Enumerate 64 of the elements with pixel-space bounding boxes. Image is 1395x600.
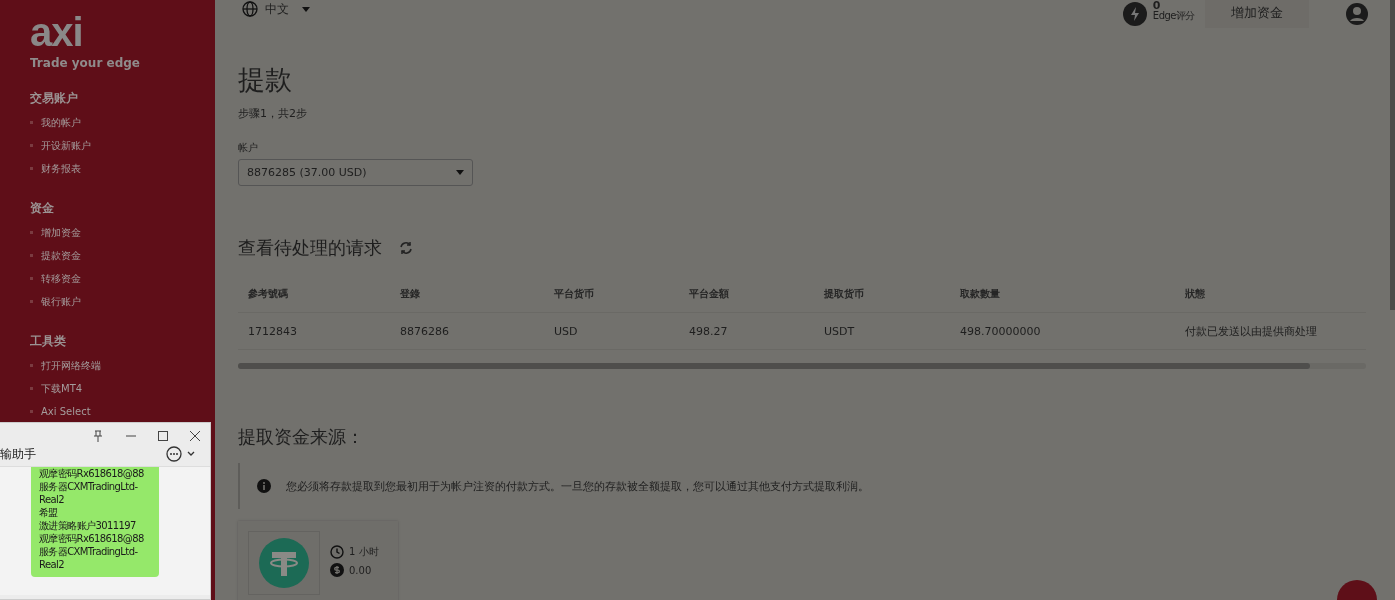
- tether-logo-icon: [259, 538, 309, 588]
- table-cell-text: 498.27: [689, 324, 729, 338]
- globe-icon: [242, 1, 258, 17]
- info-icon: [257, 479, 271, 493]
- section-title: 工具类: [30, 333, 67, 350]
- section-title: 交易账户: [30, 90, 79, 107]
- table-cell-text: 1712843: [248, 324, 298, 338]
- payment-method-card[interactable]: 1 小时 0.00: [238, 521, 398, 600]
- message-line: 观摩密码Rx618618@88: [39, 467, 144, 480]
- column-header: 登錄: [400, 287, 421, 301]
- section-heading: 提取资金来源：: [238, 425, 365, 449]
- scrollbar[interactable]: [238, 363, 1366, 369]
- column-header: 平台货币: [554, 287, 595, 301]
- column-header: 參考號碼: [248, 287, 289, 301]
- message-line: 激进策略账户3011197: [39, 519, 136, 532]
- chat-bubble-icon[interactable]: [166, 446, 196, 462]
- pin-icon[interactable]: [93, 430, 103, 442]
- step-indicator: 步骤1，共2步: [238, 106, 308, 121]
- section-heading: 查看待处理的请求: [238, 236, 382, 260]
- message-line: 希盟: [39, 506, 58, 519]
- tagline: Trade your edge: [30, 56, 141, 70]
- sidebar-item[interactable]: 下载MT4: [30, 377, 83, 400]
- account-select[interactable]: 8876285 (37.00 USD): [238, 159, 473, 186]
- sidebar-item[interactable]: 开设新账户: [30, 134, 91, 157]
- message-line: 观摩密码Rx618618@88: [39, 532, 144, 545]
- table-cell-text: USDT: [824, 324, 856, 338]
- maximize-icon[interactable]: [157, 430, 169, 442]
- table-cell-text: USD: [554, 324, 579, 338]
- language-selector[interactable]: 中文: [242, 0, 310, 18]
- sidebar-item[interactable]: 财务报表: [30, 157, 81, 180]
- sidebar-item[interactable]: 打开网络终端: [30, 354, 101, 377]
- account-label: 帐户: [238, 141, 259, 155]
- refresh-icon[interactable]: [398, 240, 414, 256]
- sidebar-item[interactable]: 我的帐户: [30, 111, 81, 134]
- scrollbar[interactable]: [1390, 0, 1395, 310]
- fee-amount: 0.00: [349, 564, 372, 576]
- sidebar-item[interactable]: 银行账户: [30, 290, 81, 313]
- message-line: 服务器CXMTradingLtd-: [39, 480, 138, 493]
- message-line: Real2: [39, 558, 64, 571]
- add-funds-button[interactable]: 增加资金: [1205, 0, 1309, 28]
- sidebar-item[interactable]: 转移资金: [30, 267, 81, 290]
- page-title: 提款: [238, 64, 293, 96]
- sidebar-item[interactable]: 提款资金: [30, 244, 81, 267]
- section-title: 资金: [30, 200, 55, 217]
- table-cell-text: 8876286: [400, 324, 450, 338]
- edge-label: Edge评分: [1152, 11, 1195, 21]
- column-header: 平台金額: [689, 287, 730, 301]
- processing-time: 1 小时: [349, 545, 379, 559]
- logo[interactable]: axi: [30, 12, 83, 52]
- chat-title: 输助手: [0, 445, 36, 463]
- column-header: 提取货币: [824, 287, 865, 301]
- clock-icon: [330, 545, 344, 559]
- edge-score: 0: [1152, 1, 1161, 11]
- close-icon[interactable]: [189, 430, 201, 442]
- message-line: 服务器CXMTradingLtd-: [39, 545, 138, 558]
- sidebar-item[interactable]: 增加资金: [30, 221, 81, 244]
- dollar-icon: [330, 563, 344, 577]
- table-cell-text: 498.70000000: [960, 324, 1042, 338]
- column-header: 取款數量: [960, 287, 1001, 301]
- column-header: 狀態: [1185, 287, 1206, 301]
- avatar-icon[interactable]: [1345, 2, 1369, 26]
- table-cell-text: 付款已发送以由提供商处理: [1185, 323, 1318, 339]
- sidebar-item[interactable]: Axi Select: [30, 400, 91, 423]
- message-line: Real2: [39, 493, 64, 506]
